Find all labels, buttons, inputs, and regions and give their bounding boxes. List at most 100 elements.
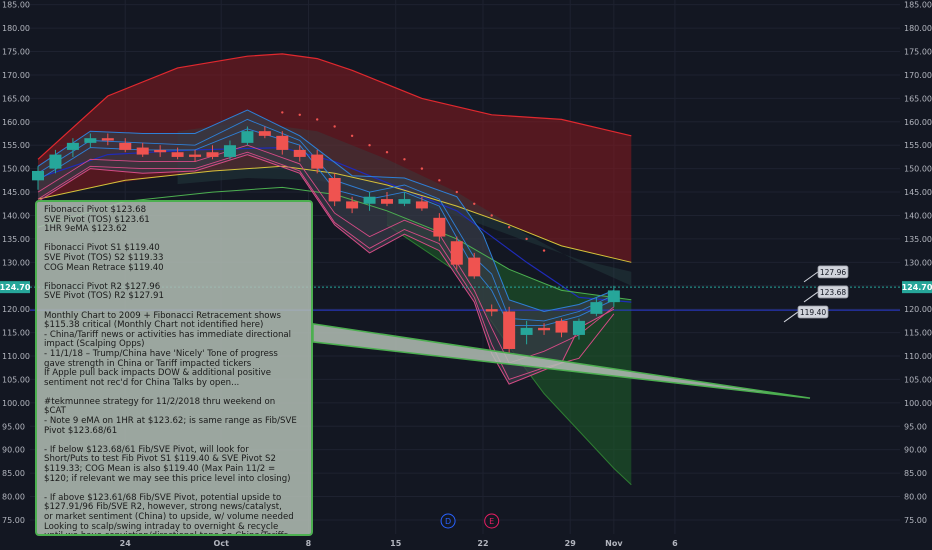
x-tick-label: 8 [306, 539, 312, 548]
y-tick-label-left: 75.00 [2, 516, 25, 525]
y-tick-label-right: 185.00 [904, 1, 932, 10]
red-dot [473, 202, 476, 205]
callout-leader [803, 291, 819, 303]
candle-body[interactable] [293, 149, 306, 157]
callout-label: 119.40 [800, 308, 826, 317]
red-dot [368, 144, 371, 147]
y-tick-label-right: 105.00 [904, 375, 932, 384]
red-dot [350, 134, 354, 138]
annotation-line: Pivot $123.68/61 [44, 425, 118, 436]
candle-body[interactable] [154, 149, 167, 153]
price-axis-right[interactable]: 75.00 80.00 85.00 90.00 95.00 100.00 105.00 110… [904, 1, 932, 525]
candle-body[interactable] [381, 199, 393, 204]
candle-body[interactable] [66, 142, 79, 150]
candle-body[interactable] [49, 154, 62, 169]
y-tick-label-right: 140.00 [904, 211, 932, 220]
candle-body[interactable] [485, 309, 498, 312]
y-tick-label-right: 75.00 [904, 516, 927, 525]
red-dot [542, 249, 546, 252]
candle-body[interactable] [276, 135, 289, 150]
y-tick-label-left: 110.00 [2, 352, 30, 361]
y-tick-label-right: 175.00 [904, 48, 932, 57]
y-tick-label-left: 185.00 [2, 1, 30, 10]
candle-body[interactable] [258, 131, 271, 136]
annotation-note[interactable]: Fibonacci Pivot $123.68 SVE Pivot (TOS) $… [35, 200, 313, 536]
y-tick-label-left: 115.00 [2, 329, 30, 338]
y-tick-label-right: 130.00 [904, 258, 932, 267]
red-dot [507, 225, 511, 229]
red-dot [455, 190, 458, 194]
y-tick-label-right: 180.00 [904, 24, 932, 33]
y-tick-label-right: 115.00 [904, 329, 932, 338]
y-tick-label-left: 95.00 [2, 422, 25, 431]
candle-body[interactable] [171, 152, 184, 157]
annotation-line: 1HR 9eMA $123.62 [44, 224, 127, 235]
event-marker-label: E [489, 517, 494, 526]
y-tick-label-left: 170.00 [2, 71, 30, 80]
candle-body[interactable] [398, 199, 411, 204]
red-dot [490, 214, 493, 217]
time-axis[interactable]: 24 Oct 8 15 22 29 Nov 6 [120, 539, 678, 548]
annotation-line: $120; if relevant we may see this price … [44, 473, 291, 484]
y-tick-label-right: 90.00 [904, 446, 927, 455]
red-dot [438, 179, 441, 182]
y-tick-label-left: 150.00 [2, 165, 30, 174]
candle-body[interactable] [415, 201, 428, 209]
y-tick-label-left: 135.00 [2, 235, 30, 244]
candle-body[interactable] [520, 327, 533, 335]
y-tick-label-right: 135.00 [904, 235, 932, 244]
y-tick-label-left: 130.00 [2, 258, 30, 267]
candle-body[interactable] [555, 320, 568, 333]
y-tick-label-right: 150.00 [904, 165, 932, 174]
red-dot [420, 167, 424, 170]
candle-body[interactable] [206, 152, 219, 157]
candle-body[interactable] [136, 147, 149, 155]
callout-leader [783, 311, 799, 323]
candle-body[interactable] [328, 178, 341, 202]
red-dot [403, 158, 406, 161]
candle-body[interactable] [311, 154, 324, 169]
candle-body[interactable] [241, 131, 254, 143]
y-tick-label-left: 105.00 [2, 375, 30, 384]
candle-body[interactable] [32, 170, 44, 181]
annotation-line: SVE Pivot (TOS) R2 $127.91 [44, 291, 164, 302]
y-tick-label-left: 100.00 [2, 399, 30, 408]
last-price-label-left: 124.70 [0, 283, 31, 292]
callout-label: 127.96 [820, 268, 846, 277]
event-markers[interactable]: DE [440, 513, 500, 529]
candle-body[interactable] [84, 138, 97, 143]
x-tick-label: 6 [672, 539, 678, 548]
red-dot [385, 151, 389, 154]
candle-body[interactable] [346, 201, 359, 209]
x-tick-label: 24 [120, 539, 132, 548]
y-tick-label-right: 95.00 [904, 422, 927, 431]
y-tick-label-left: 175.00 [2, 48, 30, 57]
price-axis-left[interactable]: 75.00 80.00 85.00 90.00 95.00 100.00 105.00 110… [2, 1, 30, 525]
candle-body[interactable] [223, 145, 236, 157]
annotation-line: until we have conviction/directional ton… [44, 532, 305, 534]
annotation-line: sentiment not rec'd for China Talks by o… [44, 377, 240, 388]
candle-body[interactable] [433, 217, 446, 237]
candle-body[interactable] [607, 290, 620, 303]
annotation-line: #tekmunnee strategy for 11/2/2018 thru w… [44, 396, 276, 407]
candle-body[interactable] [101, 138, 114, 141]
y-tick-label-left: 140.00 [2, 211, 30, 220]
candle-body[interactable] [503, 311, 516, 349]
x-tick-label: 29 [565, 539, 577, 548]
candle-body[interactable] [450, 241, 463, 265]
y-tick-label-left: 160.00 [2, 118, 30, 127]
candle-body[interactable] [119, 142, 132, 150]
candle-body[interactable] [363, 196, 376, 204]
candle-body[interactable] [189, 154, 202, 157]
y-tick-label-left: 155.00 [2, 141, 30, 150]
y-tick-label-left: 80.00 [2, 493, 25, 502]
candle-body[interactable] [538, 327, 551, 331]
candle-body[interactable] [572, 320, 585, 335]
callout-label: 123.68 [820, 288, 846, 297]
candle-body[interactable] [468, 257, 481, 277]
x-tick-label: 15 [390, 539, 402, 548]
annotation-line: COG Mean Retrace $119.40 [44, 262, 164, 273]
red-dot [298, 113, 301, 116]
x-tick-label: Nov [605, 539, 623, 548]
candle-body[interactable] [590, 302, 603, 314]
